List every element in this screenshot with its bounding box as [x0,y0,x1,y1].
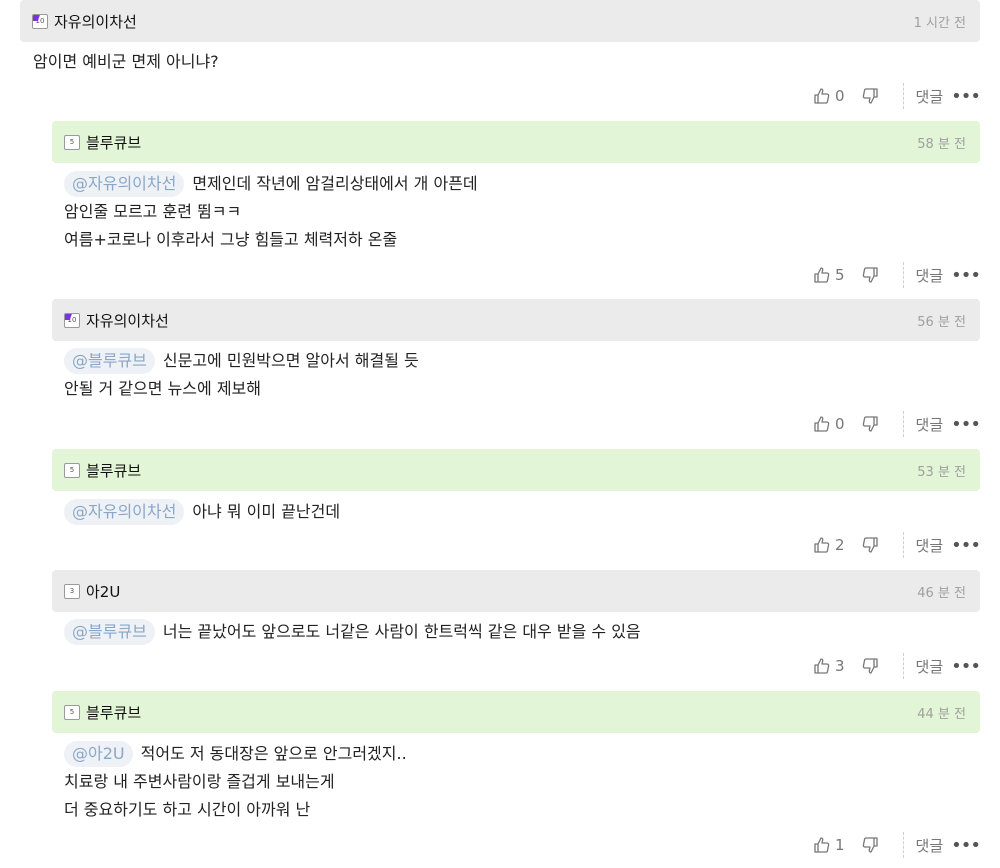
like-count: 5 [834,266,845,284]
timestamp: 1 시간 전 [913,15,966,31]
thumbs-down-icon[interactable] [861,836,879,854]
comment-line: 안될 거 같으면 뉴스에 제보해 [64,379,261,398]
divider [902,532,904,558]
more-dots-icon[interactable]: ••• [951,414,981,435]
like-count: 0 [834,415,845,433]
author-nickname[interactable]: 자유의이차선 [86,310,169,331]
more-dots-icon[interactable]: ••• [951,835,981,856]
like-count: 3 [834,657,845,675]
thumbs-up-icon[interactable] [813,266,831,284]
comment-body: @자유의이차선 면제인데 작년에 암걸리상태에서 개 아픈데 암인줄 모르고 훈련… [64,170,478,254]
mention-tag[interactable]: @자유의이차선 [64,171,185,197]
comment-line: 적어도 저 동대장은 앞으로 안그러겠지.. [140,744,407,763]
mention-tag[interactable]: @자유의이차선 [64,499,185,525]
comment-header: 10 자유의이차선 56 분 전 [52,299,980,341]
level-badge-icon: 5 [64,134,80,150]
thumbs-up-icon[interactable] [813,415,831,433]
comment-line: 면제인데 작년에 암걸리상태에서 개 아픈데 [192,174,478,193]
like-count: 1 [834,836,845,854]
comment-line: 치료랑 내 주변사람이랑 즐겁게 보내는게 [64,772,335,791]
comment-line: 여름+코로나 이후라서 그냥 힘들고 체력저하 온줄 [64,230,398,249]
timestamp: 44 분 전 [917,706,966,722]
author-nickname[interactable]: 자유의이차선 [54,11,137,32]
divider [902,411,904,437]
level-badge-icon: 5 [64,462,80,478]
thumbs-down-icon[interactable] [861,415,879,433]
level-badge-icon: 5 [64,704,80,720]
divider [902,262,904,288]
divider [902,653,904,679]
comment-body: @블루큐브 너는 끝났어도 앞으로도 너같은 사람이 한트럭씩 같은 대우 받을 … [64,618,641,646]
timestamp: 56 분 전 [917,314,966,330]
author-nickname[interactable]: 아2U [86,581,120,602]
thumbs-down-icon[interactable] [861,266,879,284]
level-badge-icon: 10 [32,13,48,29]
comment-header: 3 아2U 46 분 전 [52,570,980,612]
author-nickname[interactable]: 블루큐브 [86,702,141,723]
timestamp: 58 분 전 [917,136,966,152]
author-nickname[interactable]: 블루큐브 [86,460,141,481]
comment-line: 신문고에 민원박으면 알아서 해결될 듯 [162,351,419,370]
more-dots-icon[interactable]: ••• [951,265,981,286]
author-nickname[interactable]: 블루큐브 [86,132,141,153]
reply-button[interactable]: 댓글 [916,656,944,677]
level-badge-icon: 10 [64,312,80,328]
timestamp: 46 분 전 [917,585,966,601]
comment-line: 암이면 예비군 면제 아니냐? [33,52,219,71]
thumbs-up-icon[interactable] [813,836,831,854]
comment-header: 5 블루큐브 44 분 전 [52,691,980,733]
reply-button[interactable]: 댓글 [916,835,944,856]
more-dots-icon[interactable]: ••• [951,86,981,107]
mention-tag[interactable]: @블루큐브 [64,619,155,645]
comment-body: 암이면 예비군 면제 아니냐? [33,48,219,76]
thumbs-down-icon[interactable] [861,536,879,554]
reply-button[interactable]: 댓글 [916,535,944,556]
comment-actions: 3 댓글 ••• [813,652,981,680]
comment-actions: 0 댓글 ••• [813,410,981,438]
comment-actions: 5 댓글 ••• [813,261,981,289]
comment-line: 너는 끝났어도 앞으로도 너같은 사람이 한트럭씩 같은 대우 받을 수 있음 [162,622,641,641]
comment-actions: 0 댓글 ••• [813,82,981,110]
mention-tag[interactable]: @아2U [64,741,133,767]
divider [902,83,904,109]
comment-actions: 2 댓글 ••• [813,531,981,559]
like-count: 2 [834,536,845,554]
reply-button[interactable]: 댓글 [916,414,944,435]
thumbs-up-icon[interactable] [813,87,831,105]
timestamp: 53 분 전 [917,464,966,480]
level-badge-icon: 3 [64,583,80,599]
comment-body: @아2U 적어도 저 동대장은 앞으로 안그러겠지.. 치료랑 내 주변사람이랑 … [64,740,407,824]
divider [902,832,904,858]
reply-button[interactable]: 댓글 [916,265,944,286]
comment-line: 더 중요하기도 하고 시간이 아까워 난 [64,800,311,819]
comment-header: 5 블루큐브 53 분 전 [52,449,980,491]
comment-body: @자유의이차선 아냐 뭐 이미 끝난건데 [64,498,340,526]
more-dots-icon[interactable]: ••• [951,656,981,677]
comment-line: 아냐 뭐 이미 끝난건데 [192,502,341,521]
like-count: 0 [834,87,845,105]
thumbs-up-icon[interactable] [813,657,831,675]
thumbs-down-icon[interactable] [861,657,879,675]
comment-body: @블루큐브 신문고에 민원박으면 알아서 해결될 듯 안될 거 같으면 뉴스에 제… [64,347,419,403]
thumbs-down-icon[interactable] [861,87,879,105]
comment-line: 암인줄 모르고 훈련 뜀ㅋㅋ [64,202,242,221]
comment-header: 5 블루큐브 58 분 전 [52,121,980,163]
thumbs-up-icon[interactable] [813,536,831,554]
mention-tag[interactable]: @블루큐브 [64,348,155,374]
more-dots-icon[interactable]: ••• [951,535,981,556]
comment-header: 10 자유의이차선 1 시간 전 [20,0,980,42]
reply-button[interactable]: 댓글 [916,86,944,107]
comment-actions: 1 댓글 ••• [813,831,981,859]
